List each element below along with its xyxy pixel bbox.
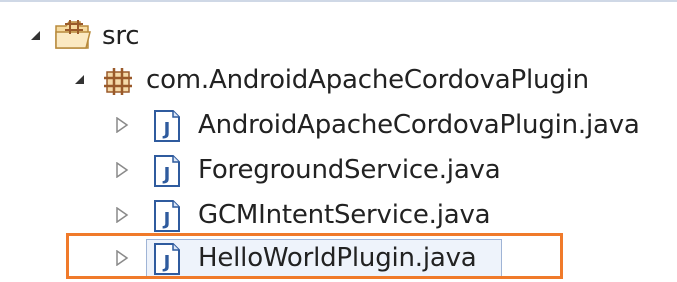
highlight-annotation-box [66, 233, 563, 279]
package-icon [103, 66, 133, 96]
svg-text:J: J [162, 209, 171, 230]
svg-text:J: J [162, 164, 171, 185]
collapsed-arrow-icon[interactable] [114, 207, 130, 223]
project-explorer-tree: src com.AndroidApacheCordovaPlugin J And… [0, 0, 677, 282]
tree-item-label: src [102, 21, 140, 51]
expanded-arrow-icon[interactable] [28, 28, 44, 44]
tree-item-java-file[interactable]: J ForegroundService.java [0, 148, 677, 192]
java-file-icon: J [152, 199, 182, 233]
java-file-icon: J [152, 154, 182, 188]
tree-item-java-file[interactable]: J GCMIntentService.java [0, 193, 677, 237]
collapsed-arrow-icon[interactable] [114, 117, 130, 133]
tree-item-package[interactable]: com.AndroidApacheCordovaPlugin [0, 58, 677, 102]
tree-item-label: ForegroundService.java [198, 155, 501, 185]
svg-text:J: J [162, 119, 171, 140]
tree-item-label: GCMIntentService.java [198, 200, 491, 230]
tree-item-java-file[interactable]: J AndroidApacheCordovaPlugin.java [0, 103, 677, 147]
tree-item-label: AndroidApacheCordovaPlugin.java [198, 110, 640, 140]
collapsed-arrow-icon[interactable] [114, 162, 130, 178]
tree-item-label: com.AndroidApacheCordovaPlugin [146, 65, 589, 95]
expanded-arrow-icon[interactable] [72, 72, 88, 88]
tree-item-src[interactable]: src [0, 14, 677, 58]
java-file-icon: J [152, 109, 182, 143]
package-folder-icon [54, 18, 94, 52]
